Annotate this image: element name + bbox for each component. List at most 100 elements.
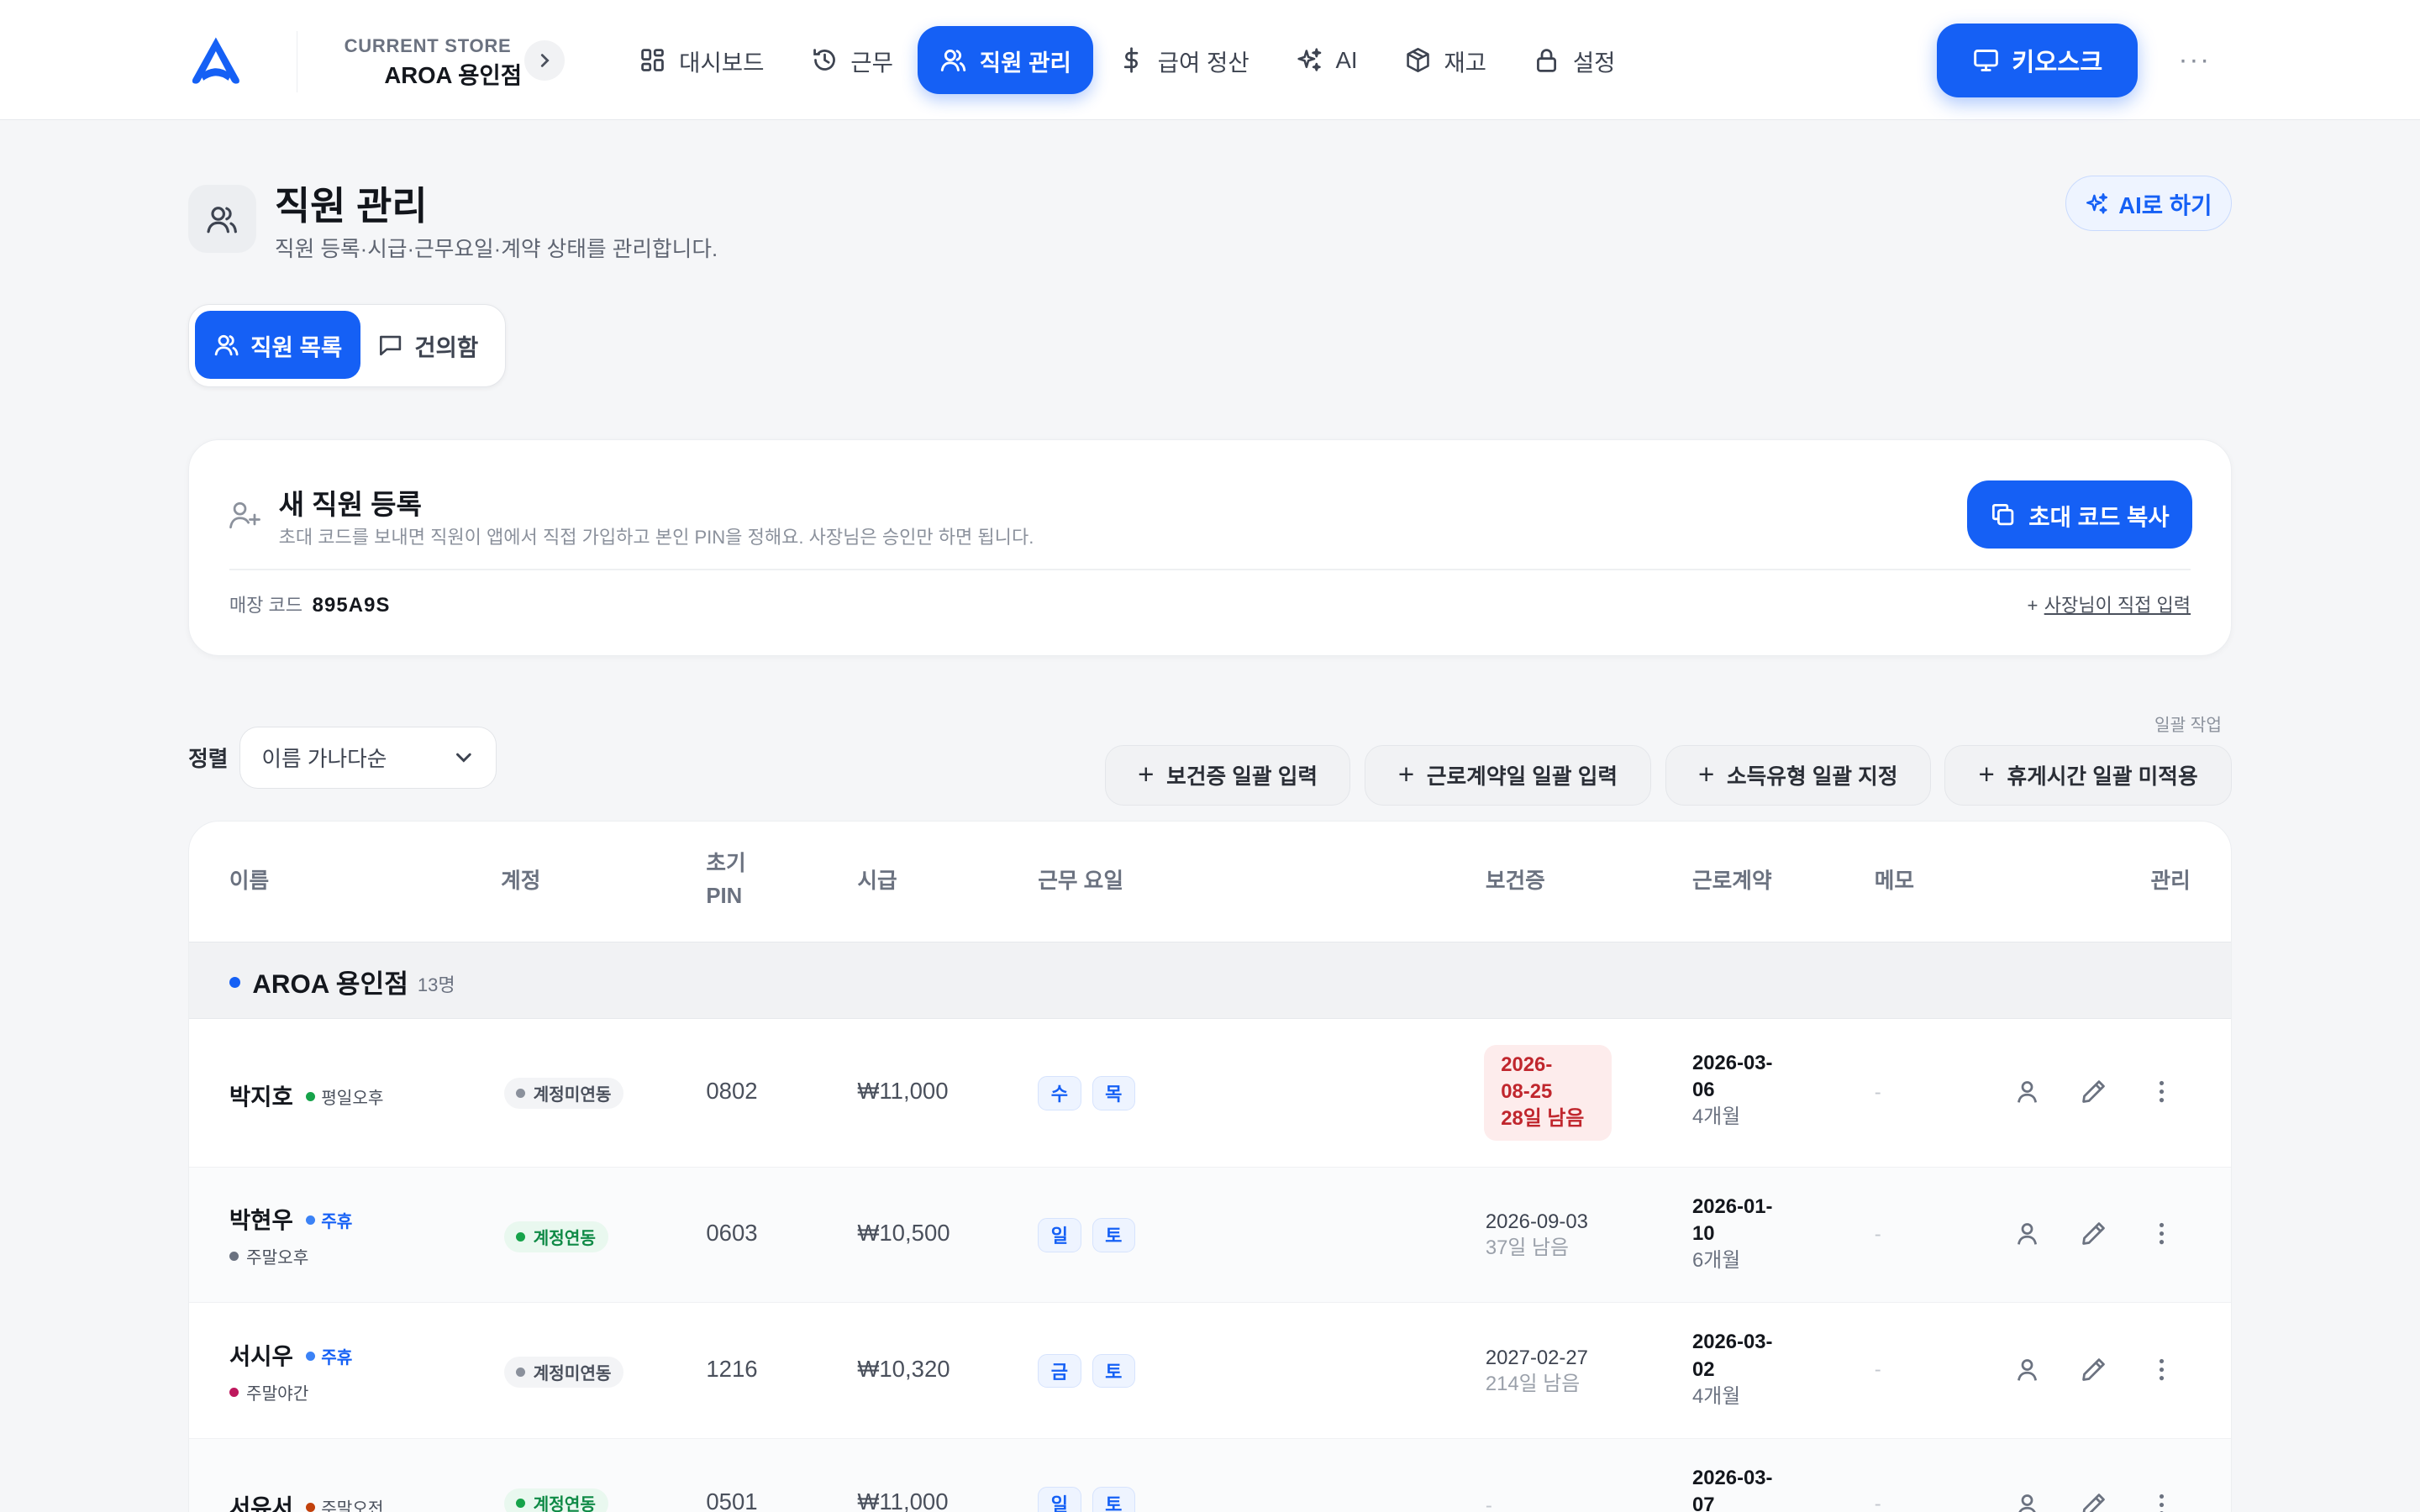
nav-item-payroll[interactable]: 급여 정산 bbox=[1096, 26, 1270, 94]
user-profile-icon[interactable] bbox=[2013, 1356, 2041, 1383]
col-header-health: 보건증 bbox=[1485, 869, 1545, 893]
status-dot bbox=[516, 1499, 526, 1509]
status-dot bbox=[516, 1088, 526, 1098]
shift-text: 주말오후 bbox=[246, 1249, 309, 1268]
direct-input-label: 사장님이 직접 입력 bbox=[2044, 594, 2191, 616]
initial-pin: 0603 bbox=[706, 1219, 758, 1246]
user-plus-icon bbox=[229, 501, 261, 528]
edit-pencil-icon[interactable] bbox=[2080, 1491, 2107, 1512]
nav-item-settings[interactable]: 설정 bbox=[1511, 26, 1637, 94]
bulk-health-button[interactable]: + 보건증 일괄 입력 bbox=[1105, 745, 1351, 806]
shift-tag: 주말오전 bbox=[305, 1495, 384, 1512]
bulk-contract-button[interactable]: + 근로계약일 일괄 입력 bbox=[1364, 745, 1652, 806]
dashboard-icon bbox=[641, 49, 665, 71]
contract-date: 2026-03- 06 4개월 bbox=[1692, 1050, 1816, 1131]
nav-item-label: 재고 bbox=[1444, 49, 1487, 76]
plus-icon: + bbox=[1978, 759, 1995, 790]
badge-text: 주휴 bbox=[321, 1213, 353, 1232]
user-profile-icon[interactable] bbox=[2013, 1078, 2041, 1105]
more-vertical-icon[interactable] bbox=[2148, 1078, 2175, 1105]
staff-name-text: 박지호 bbox=[229, 1083, 293, 1110]
shift-dot bbox=[229, 1252, 239, 1262]
kiosk-button[interactable]: 키오스크 bbox=[1937, 23, 2138, 97]
store-caption: CURRENT STORE bbox=[344, 35, 512, 57]
nav-item-inventory[interactable]: 재고 bbox=[1382, 26, 1508, 94]
staff-name-text: 박현우 bbox=[229, 1206, 293, 1233]
badge-dot bbox=[305, 1351, 315, 1361]
more-vertical-icon[interactable] bbox=[2148, 1220, 2175, 1247]
register-subtitle: 초대 코드를 보내면 직원이 앱에서 직접 가입하고 본인 PIN을 정해요. … bbox=[278, 526, 1034, 548]
health-date-line2: 08-25 bbox=[1501, 1079, 1553, 1103]
initial-pin: 0802 bbox=[706, 1077, 758, 1104]
memo[interactable]: - bbox=[1875, 1358, 1881, 1382]
shift-dot bbox=[305, 1502, 315, 1512]
contract-date: 2026-01- 10 6개월 bbox=[1692, 1194, 1816, 1274]
top-navigation-bar: CURRENT STORE AROA 용인점 대시보드 근무 직원 관리 급여 … bbox=[0, 0, 2420, 121]
aroa-logo[interactable] bbox=[187, 33, 245, 88]
table-row[interactable]: 박지호 평일오후 계정미연동 0802 ₩11,000 수 목 2026- 08… bbox=[189, 1019, 2231, 1168]
edit-pencil-icon[interactable] bbox=[2080, 1220, 2107, 1247]
divider bbox=[229, 568, 2191, 570]
nav-item-work[interactable]: 근무 bbox=[789, 26, 915, 94]
bulk-label: 소득유형 일괄 지정 bbox=[1727, 765, 1898, 790]
chevron-right-icon[interactable] bbox=[524, 39, 566, 81]
nav-item-dashboard[interactable]: 대시보드 bbox=[618, 26, 786, 94]
dollar-icon bbox=[1123, 47, 1139, 73]
ai-action-button[interactable]: AI로 하기 bbox=[2065, 176, 2232, 232]
sort-select[interactable]: 이름 가나다순 bbox=[239, 727, 497, 789]
col-header-account: 계정 bbox=[501, 869, 541, 893]
contract-date: 2026-03- 07 bbox=[1692, 1465, 1816, 1512]
store-group-header[interactable]: AROA 용인점 13명 bbox=[189, 942, 2231, 1020]
health-remaining: 28일 남음 bbox=[1501, 1107, 1585, 1131]
initial-pin: 1216 bbox=[706, 1355, 758, 1382]
monitor-icon bbox=[1973, 50, 1998, 72]
memo[interactable]: - bbox=[1875, 1081, 1881, 1105]
plus-icon: + bbox=[1698, 759, 1715, 790]
store-code-value: 895A9S bbox=[312, 593, 391, 617]
workday-chip: 토 bbox=[1092, 1218, 1135, 1252]
health-date: 2026-09-03 bbox=[1485, 1210, 1588, 1234]
user-profile-icon[interactable] bbox=[2013, 1491, 2041, 1512]
store-selector[interactable]: CURRENT STORE AROA 용인점 bbox=[344, 35, 523, 87]
nav-item-label: 근무 bbox=[850, 49, 893, 76]
sort-label: 정렬 bbox=[188, 748, 229, 772]
user-profile-icon[interactable] bbox=[2013, 1220, 2041, 1247]
table-row[interactable]: 서유서 주말오전 계정연동 0501 ₩11,000 일 토 - 2026-03… bbox=[189, 1438, 2231, 1512]
direct-input-link[interactable]: + 사장님이 직접 입력 bbox=[2027, 591, 2191, 617]
sort-value: 이름 가나다순 bbox=[261, 748, 387, 772]
more-vertical-icon[interactable] bbox=[2148, 1356, 2175, 1383]
bulk-income-type-button[interactable]: + 소득유형 일괄 지정 bbox=[1665, 745, 1931, 806]
users-icon bbox=[940, 50, 966, 72]
copy-invite-code-button[interactable]: 초대 코드 복사 bbox=[1966, 480, 2193, 549]
group-dot bbox=[229, 976, 240, 988]
account-status-text: 계정미연동 bbox=[533, 1365, 612, 1384]
table-row[interactable]: 박현우 주휴 주말오후 계정연동 0603 ₩10,500 일 토 2026-0… bbox=[189, 1167, 2231, 1304]
plus-icon: + bbox=[1138, 759, 1155, 790]
col-header-memo: 메모 bbox=[1874, 869, 1915, 893]
col-header-manage: 관리 bbox=[2150, 869, 2191, 893]
ai-action-label: AI로 하기 bbox=[2118, 192, 2212, 219]
shift-text: 주말오전 bbox=[321, 1499, 384, 1512]
edit-pencil-icon[interactable] bbox=[2080, 1078, 2107, 1105]
weekly-holiday-badge: 주휴 bbox=[305, 1344, 352, 1368]
bulk-break-button[interactable]: + 휴게시간 일괄 미적용 bbox=[1944, 745, 2232, 806]
shift-tag: 평일오후 bbox=[305, 1084, 384, 1109]
kiosk-label: 키오스크 bbox=[2012, 48, 2103, 76]
workday-chip: 금 bbox=[1038, 1353, 1081, 1389]
nav-item-label: 대시보드 bbox=[679, 49, 765, 76]
contract-date: 2026-03- 02 4개월 bbox=[1692, 1329, 1816, 1410]
more-vertical-icon[interactable] bbox=[2148, 1491, 2175, 1512]
tab-staff-list[interactable]: 직원 목록 bbox=[195, 311, 360, 379]
memo[interactable]: - bbox=[1875, 1223, 1881, 1247]
memo[interactable]: - bbox=[1875, 1493, 1881, 1512]
tab-suggestions[interactable]: 건의함 bbox=[377, 311, 478, 379]
staff-name: 서유서 주말오전 bbox=[229, 1488, 384, 1512]
contract-period: 4개월 bbox=[1692, 1105, 1741, 1129]
contract-date-line1: 2026-03- bbox=[1692, 1467, 1773, 1489]
tab-label: 건의함 bbox=[414, 333, 479, 360]
table-row[interactable]: 서시우 주휴 주말야간 계정미연동 1216 ₩10,320 금 토 2027-… bbox=[189, 1303, 2231, 1439]
more-icon[interactable]: ··· bbox=[2173, 40, 2216, 81]
nav-item-staff[interactable]: 직원 관리 bbox=[918, 26, 1093, 95]
edit-pencil-icon[interactable] bbox=[2080, 1356, 2107, 1383]
nav-item-ai[interactable]: AI bbox=[1274, 26, 1379, 94]
